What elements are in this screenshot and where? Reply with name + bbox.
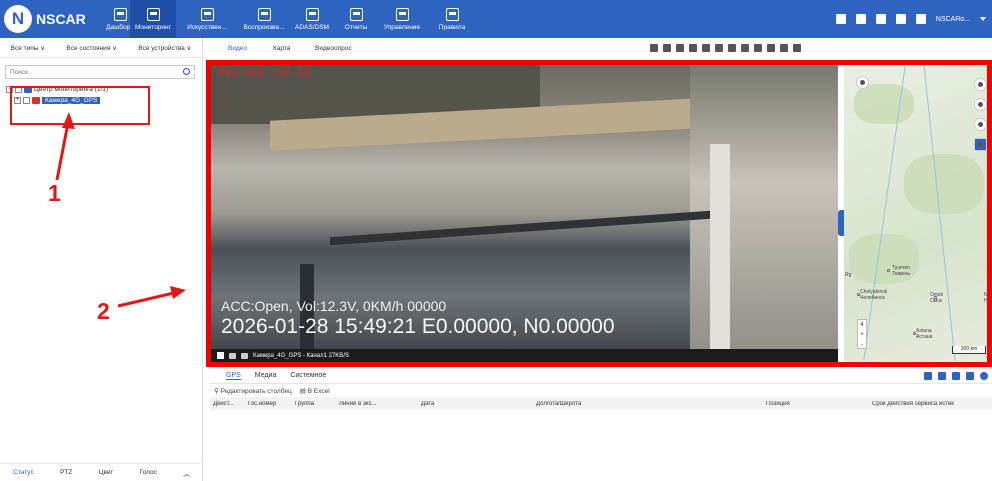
shirt-icon[interactable] bbox=[895, 14, 906, 24]
column-header[interactable]: Группа bbox=[295, 401, 339, 407]
alarm-icon[interactable] bbox=[855, 14, 866, 24]
nav-reports[interactable]: Отчеты bbox=[333, 0, 379, 38]
layout-6-icon[interactable] bbox=[676, 44, 684, 52]
filter-bar: Все типы ∨ Все состояния ∨ Все устройств… bbox=[0, 38, 202, 58]
layout-16-icon[interactable] bbox=[715, 44, 723, 52]
management-icon bbox=[395, 7, 409, 21]
rules-icon bbox=[445, 7, 459, 21]
column-header[interactable]: Гос.номер bbox=[248, 401, 295, 407]
nav-label: Искусствен... bbox=[187, 23, 227, 31]
nav-rules[interactable]: Правила bbox=[429, 0, 475, 38]
brand-name: NSCAR bbox=[36, 11, 86, 27]
column-header[interactable]: Дата bbox=[421, 401, 536, 407]
nav-ai[interactable]: Искусствен... bbox=[184, 0, 230, 38]
export-excel-button[interactable]: ▤ В Excel bbox=[300, 387, 330, 395]
ai-icon bbox=[200, 7, 214, 21]
annotation-box-1 bbox=[10, 86, 150, 125]
calendar-icon[interactable] bbox=[938, 372, 946, 380]
nav-label: Отчеты bbox=[344, 23, 368, 31]
settings-icon[interactable] bbox=[966, 372, 974, 380]
tab-system[interactable]: Системное bbox=[290, 372, 326, 379]
adas-icon bbox=[305, 7, 319, 21]
record-icon[interactable] bbox=[754, 44, 762, 52]
nav-playback[interactable]: Воспроизве... bbox=[241, 0, 287, 38]
monitoring-icon bbox=[146, 7, 160, 21]
bottom-tabs: GPS Медиа Системное bbox=[210, 368, 992, 384]
nscar-logo-icon: N bbox=[4, 5, 32, 33]
dashboard-icon bbox=[113, 7, 127, 21]
search-input[interactable] bbox=[6, 66, 176, 78]
nav-adas[interactable]: ADAS/DSM bbox=[289, 0, 335, 38]
tab-video[interactable]: Видео bbox=[228, 45, 247, 52]
tab-ptz[interactable]: PTZ bbox=[60, 469, 72, 476]
tab-media[interactable]: Медиа bbox=[255, 372, 277, 379]
search-box bbox=[5, 65, 195, 79]
download-icon[interactable] bbox=[835, 14, 846, 24]
column-header[interactable]: Дейст... bbox=[210, 401, 248, 407]
layout-custom-icon[interactable] bbox=[728, 44, 736, 52]
reports-icon bbox=[349, 7, 363, 21]
nav-monitoring[interactable]: Мониторинг bbox=[130, 0, 176, 38]
bottom-panel-actions bbox=[924, 372, 988, 380]
tab-color[interactable]: Цвет bbox=[99, 469, 114, 476]
list-icon[interactable] bbox=[952, 372, 960, 380]
layout-icon[interactable] bbox=[924, 372, 932, 380]
nav-label: Правила bbox=[438, 23, 466, 31]
column-header[interactable]: Позиция bbox=[766, 401, 872, 407]
user-name[interactable]: NSCARo... bbox=[936, 16, 970, 23]
info-icon[interactable] bbox=[980, 372, 988, 380]
grid-icon[interactable] bbox=[875, 14, 886, 24]
tab-status[interactable]: Статус bbox=[13, 469, 34, 476]
playback-icon bbox=[257, 7, 271, 21]
tab-video-poll[interactable]: Видеоопрос bbox=[315, 45, 352, 52]
nav-label: ADAS/DSM bbox=[295, 23, 329, 31]
layout-8-icon[interactable] bbox=[689, 44, 697, 52]
layout-1-icon[interactable] bbox=[650, 44, 658, 52]
filter-type-dropdown[interactable]: Все типы ∨ bbox=[11, 44, 45, 52]
bottom-data-panel: GPS Медиа Системное ⚲ Редактировать стол… bbox=[210, 368, 992, 481]
brand-logo[interactable]: N NSCAR bbox=[4, 4, 86, 34]
edit-columns-button[interactable]: ⚲ Редактировать столбец bbox=[214, 387, 292, 395]
nav-label: Мониторинг bbox=[134, 23, 172, 31]
column-header[interactable]: Долгота/Широта bbox=[536, 401, 766, 407]
stream-icon[interactable] bbox=[741, 44, 749, 52]
table-tools: ⚲ Редактировать столбец ▤ В Excel bbox=[210, 384, 992, 397]
mail-icon[interactable] bbox=[915, 14, 926, 24]
fullscreen-icon[interactable] bbox=[780, 44, 788, 52]
nav-management[interactable]: Управление bbox=[379, 0, 425, 38]
chevron-down-icon[interactable] bbox=[980, 17, 986, 21]
filter-state-dropdown[interactable]: Все состояния ∨ bbox=[66, 44, 117, 52]
annotation-label-1: 1 bbox=[48, 180, 61, 206]
annotation-box-2 bbox=[206, 60, 992, 367]
layout-9-icon[interactable] bbox=[702, 44, 710, 52]
stop-icon[interactable] bbox=[767, 44, 775, 52]
layout-4-icon[interactable] bbox=[663, 44, 671, 52]
settings-gear-icon[interactable] bbox=[793, 44, 801, 52]
column-header[interactable]: Линии в экс... bbox=[339, 401, 421, 407]
filter-device-dropdown[interactable]: Все устройства ∨ bbox=[138, 44, 191, 52]
tab-map[interactable]: Карта bbox=[273, 45, 290, 52]
search-icon[interactable] bbox=[183, 68, 190, 75]
tab-gps[interactable]: GPS bbox=[226, 372, 241, 380]
layout-tools bbox=[650, 44, 801, 52]
tab-voice[interactable]: Голос bbox=[140, 469, 157, 476]
left-bottom-tabs: Статус PTZ Цвет Голос ︽ bbox=[0, 463, 203, 481]
top-right-actions: NSCARo... bbox=[835, 0, 986, 38]
top-navigation-bar: N NSCAR Дашборд Мониторинг Искусствен...… bbox=[0, 0, 992, 38]
annotation-label-2: 2 bbox=[97, 298, 110, 324]
column-header[interactable]: Срок действия сервиса истек bbox=[872, 401, 992, 407]
table-header: Дейст... Гос.номер Группа Линии в экс...… bbox=[210, 397, 992, 410]
view-toolbar: Видео Карта Видеоопрос bbox=[210, 42, 992, 58]
nav-label: Воспроизве... bbox=[243, 23, 285, 31]
collapse-up-icon[interactable]: ︽ bbox=[183, 468, 190, 478]
nav-label: Управление bbox=[383, 23, 421, 31]
